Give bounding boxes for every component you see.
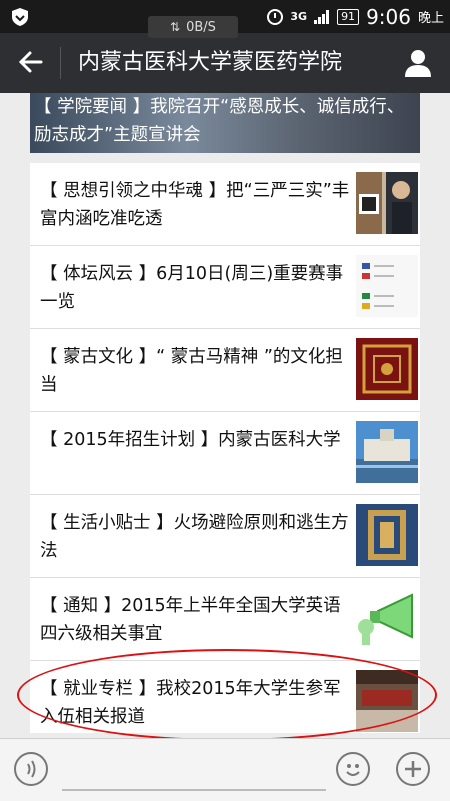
article-label: 【 生活小贴士 】火场避险原则和逃生方法 <box>40 513 349 561</box>
featured-article[interactable]: 【 学院要闻 】我院召开“感恩成长、诚信成行、励志成才”主题宣讲会 <box>30 93 420 153</box>
status-right: 3G 91 9:06 晚上 <box>267 0 444 33</box>
article-label: 【 思想引领之中华魂 】把“三严三实”丰富内涵吃准吃透 <box>40 181 350 229</box>
plus-icon <box>405 761 421 777</box>
person-icon <box>405 50 431 77</box>
back-arrow-icon <box>18 51 43 73</box>
signal-bars-icon <box>314 9 330 24</box>
network-speed: ⇅ 0B/S <box>148 16 238 38</box>
clock-period: 晚上 <box>417 11 444 26</box>
article-label: 【 2015年招生计划 】内蒙古医科大学 <box>40 430 341 450</box>
clock-time: 9:06 <box>366 4 411 29</box>
title-divider <box>60 47 61 79</box>
battery-level: 91 <box>337 8 360 25</box>
list-item[interactable]: 【 就业专栏 】我校2015年大学生参军入伍相关报道 <box>30 661 420 733</box>
article-list: 【 学院要闻 】我院召开“感恩成长、诚信成行、励志成才”主题宣讲会 【 思想引领… <box>0 93 450 733</box>
bottom-toolbar <box>0 738 450 801</box>
list-item[interactable]: 【 体坛风云 】6月10日(周三)重要赛事一览 <box>30 246 420 329</box>
article-label: 【 通知 】2015年上半年全国大学英语四六级相关事宜 <box>40 596 341 644</box>
article-thumbnail <box>356 255 418 317</box>
status-bar: ⇅ 0B/S 3G 91 9:06 晚上 <box>0 0 450 38</box>
back-button[interactable] <box>16 49 46 77</box>
more-button[interactable] <box>396 752 430 786</box>
article-thumbnail <box>356 587 418 649</box>
message-input[interactable] <box>62 751 326 791</box>
smiley-icon <box>346 764 360 776</box>
article-thumbnail <box>356 670 418 732</box>
article-label: 【 蒙古文化 】“ 蒙古马精神 ”的文化担当 <box>40 347 343 395</box>
transfer-arrows-icon: ⇅ <box>170 20 180 34</box>
alarm-clock-icon <box>267 8 284 25</box>
article-label: 【 体坛风云 】6月10日(周三)重要赛事一览 <box>40 264 344 312</box>
list-item[interactable]: 【 蒙古文化 】“ 蒙古马精神 ”的文化担当 <box>30 329 420 412</box>
signal-indicator: 3G <box>290 10 308 23</box>
voice-button[interactable] <box>14 752 48 786</box>
emoji-button[interactable] <box>336 752 370 786</box>
list-item[interactable]: 【 思想引领之中华魂 】把“三严三实”丰富内涵吃准吃透 <box>30 163 420 246</box>
featured-article-label: 【 学院要闻 】我院召开“感恩成长、诚信成行、励志成才”主题宣讲会 <box>34 97 405 145</box>
voice-wave-icon <box>27 760 36 778</box>
shield-icon <box>12 8 28 26</box>
article-thumbnail <box>356 421 418 483</box>
title-bar: 内蒙古医科大学蒙医药学院 <box>0 33 450 93</box>
article-label: 【 就业专栏 】我校2015年大学生参军入伍相关报道 <box>40 679 341 727</box>
article-thumbnail <box>356 172 418 234</box>
list-item[interactable]: 【 2015年招生计划 】内蒙古医科大学 <box>30 412 420 495</box>
list-item[interactable]: 【 生活小贴士 】火场避险原则和逃生方法 <box>30 495 420 578</box>
article-thumbnail <box>356 338 418 400</box>
page-title: 内蒙古医科大学蒙医药学院 <box>78 50 343 75</box>
article-thumbnail <box>356 504 418 566</box>
list-item[interactable]: 【 通知 】2015年上半年全国大学英语四六级相关事宜 <box>30 578 420 661</box>
profile-button[interactable] <box>402 47 434 79</box>
